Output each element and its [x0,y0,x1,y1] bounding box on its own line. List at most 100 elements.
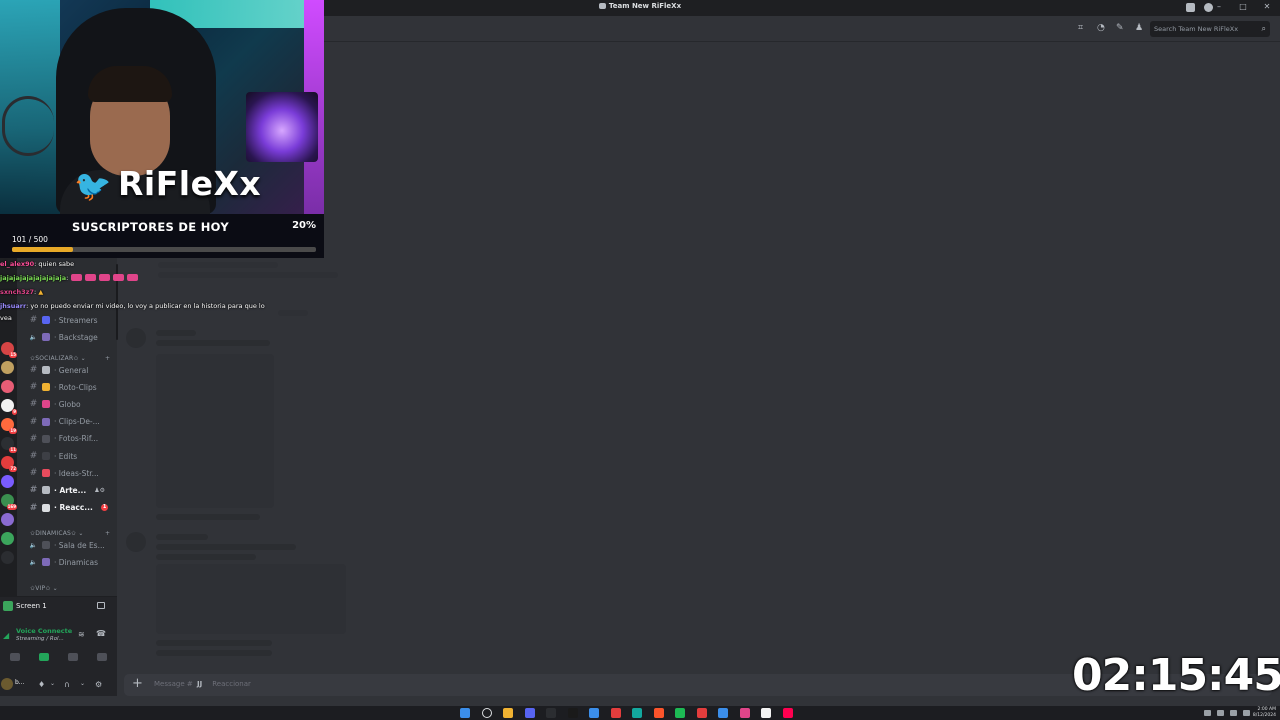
server-icon[interactable]: 11 [1,437,17,453]
server-icon[interactable]: 15 [1,342,17,358]
taskbar-app-icon[interactable] [653,708,664,718]
taskbar-app-icon[interactable] [632,708,642,718]
channel-edits[interactable]: # · Edits [29,449,129,463]
channel-ideas-str[interactable]: # · Ideas-Str... [29,466,129,480]
twitter-bird-icon: 🐦 [74,169,112,204]
server-icon[interactable] [1,380,14,393]
fireplace-screen [246,92,318,162]
attach-plus-icon[interactable]: + [132,676,143,692]
channel-settings-icon[interactable]: ♟⚙ [94,487,105,494]
voice-status[interactable]: Voice Connecte [16,627,72,635]
username[interactable]: b... [15,679,25,686]
channel-sala-de-es[interactable]: 🔈 · Sala de Es... [29,538,129,552]
taskbar-app-icon[interactable] [761,708,771,718]
channel-emoji-icon [42,541,50,549]
taskbar-app-icon[interactable] [696,708,707,718]
create-channel-icon[interactable]: + [105,530,110,537]
close-button[interactable]: ✕ [1262,2,1272,11]
mention-badge: 15 [9,352,17,358]
bell-icon[interactable]: ◔ [1097,24,1106,33]
image-skeleton [156,354,274,508]
channel-name: · Clips-De-... [54,417,100,427]
microphone-icon[interactable]: ♦ [38,680,45,689]
server-icon[interactable] [1,551,14,564]
channel-fotos-rif[interactable]: # · Fotos-Rif... [29,432,129,446]
camera-button[interactable] [9,653,20,661]
taskbar-app-icon[interactable] [546,708,556,718]
taskbar-app-icon[interactable] [718,708,728,718]
headphones-icon[interactable]: ∩ [64,680,70,689]
chevron-up-icon[interactable] [1204,710,1211,716]
soundboard-button[interactable] [97,653,108,661]
channel-emoji: JJ [197,680,203,688]
members-icon[interactable]: ♟ [1135,24,1144,33]
voice-channel-detail[interactable]: Streaming / Rol... [16,636,64,642]
help-icon[interactable] [1204,3,1213,12]
popout-icon[interactable] [97,602,105,609]
taskbar-app-icon[interactable] [589,708,599,718]
gear-icon[interactable]: ⚙ [95,680,102,689]
server-icon[interactable]: 9 [1,399,17,415]
screen-share-row[interactable]: Screen 1 [0,597,117,615]
message-input[interactable]: Message # JJ Reaccionar [154,680,251,688]
signal-icon: ◢ [3,631,10,640]
search-input[interactable]: Search Team New RiFleXx ⌕ [1150,21,1270,37]
taskbar-clock[interactable]: 2:00 AM 8/12/2024 [1253,707,1276,719]
disconnect-icon[interactable]: ☎ [96,629,106,638]
server-icon[interactable] [1,513,14,526]
taskbar-app-icon[interactable] [503,708,513,718]
server-icon[interactable]: 19 [1,418,17,434]
channel-roto-clips[interactable]: # · Roto-Clips [29,380,129,394]
mention-badge: 169 [6,504,17,510]
channel-emoji-icon [42,383,50,392]
inbox-icon[interactable] [1186,3,1195,12]
taskbar-app-icon[interactable] [567,708,578,718]
noise-suppression-icon[interactable]: ≋ [78,630,85,639]
channel-backstage[interactable]: 🔈 · Backstage [29,330,129,344]
taskbar-app-icon[interactable] [739,708,750,718]
channel-dinamicas[interactable]: 🔈 · Dinamicas [29,555,129,569]
channel-clips-de[interactable]: # · Clips-De-... [29,415,129,429]
server-icon[interactable]: 169 [1,494,17,510]
speaker-icon: 🔈 [29,333,38,341]
server-icon[interactable] [1,361,14,374]
server-icon[interactable] [1,532,14,545]
taskbar-app-icon[interactable] [675,708,685,718]
chevron-down-icon[interactable]: ⌄ [80,680,85,687]
screen-label: Screen 1 [16,602,47,610]
category-header[interactable]: ✩DINAMICAS✩ ⌄ + [30,530,110,537]
pin-icon[interactable]: ✎ [1116,24,1125,33]
twitch-chat-message: el_alex90: quien sabe [0,260,74,268]
maximize-button[interactable]: □ [1238,2,1248,11]
channel-name: · General [54,365,89,375]
channel-emoji-icon [42,469,50,478]
server-icon[interactable] [1,475,14,488]
microphone-icon[interactable] [1217,710,1224,716]
avatar[interactable] [1,678,13,690]
taskbar-app-icon[interactable] [610,708,621,718]
chevron-down-icon[interactable]: ⌄ [50,680,55,687]
hash-icon: # [29,365,38,375]
channel-globo[interactable]: # · Globo [29,397,129,411]
search-icon[interactable] [481,708,492,718]
channel-arte[interactable]: # · Arte... ♟⚙ [29,483,129,497]
stream-timer: 02:15:45 [1072,650,1280,701]
minimize-button[interactable]: – [1214,2,1224,11]
start-menu-icon[interactable] [460,708,470,718]
threads-icon[interactable]: ⌗ [1078,24,1087,33]
activities-button[interactable] [68,653,79,661]
server-icon[interactable]: 72 [1,456,17,472]
clock-date: 8/12/2024 [1252,713,1276,718]
category-header[interactable]: ✩VIP✩ ⌄ [30,585,58,592]
message-skeleton [156,514,260,520]
taskbar-app-icon[interactable] [524,708,535,718]
server-logo-icon [598,3,606,9]
screen-share-button[interactable] [38,653,49,661]
wifi-icon[interactable] [1230,710,1237,716]
channel-general[interactable]: # · General [29,363,129,377]
taskbar-app-icon[interactable] [782,708,793,718]
volume-icon[interactable] [1243,710,1250,716]
create-channel-icon[interactable]: + [105,355,110,362]
category-header[interactable]: ✩SOCIALIZAR✩ ⌄ + [30,355,110,362]
channel-reacc[interactable]: # · Reacc... 1 [29,501,129,515]
